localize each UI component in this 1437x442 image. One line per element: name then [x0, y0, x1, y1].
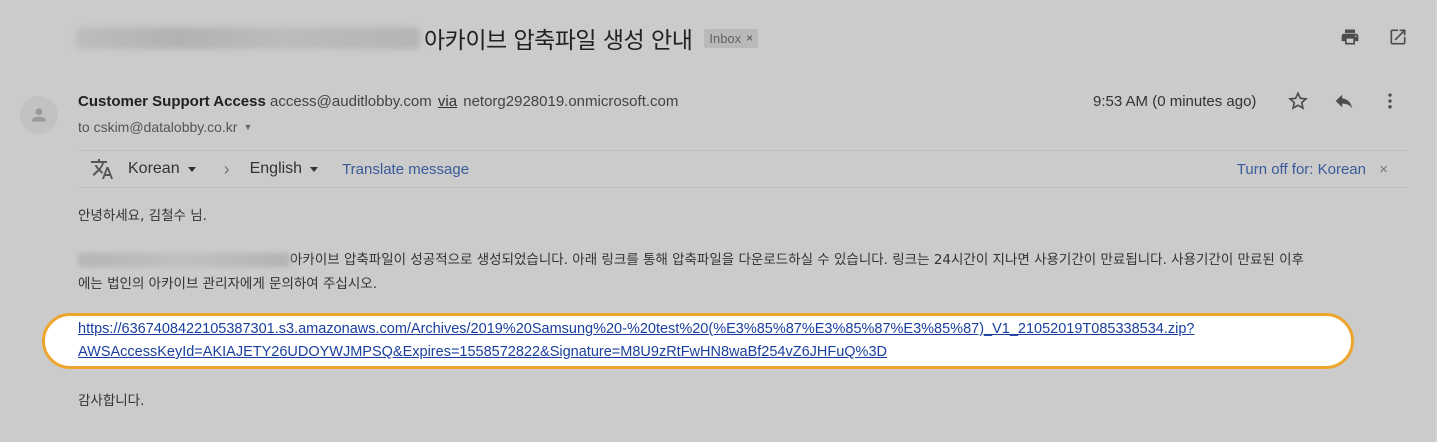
redacted-archive-name — [78, 253, 290, 267]
caret-down-icon — [187, 166, 196, 172]
paragraph-line-1: 아카이브 압축파일이 성공적으로 생성되었습니다. 아래 링크를 통해 압축파일… — [290, 252, 1304, 268]
via-link[interactable]: via — [438, 93, 457, 110]
sender-email: access@auditlobby.com — [270, 93, 432, 110]
message-actions — [1287, 90, 1401, 112]
redacted-subject-prefix — [76, 27, 420, 49]
turn-off-translation-link[interactable]: Turn off for: Korean — [1237, 161, 1366, 178]
person-icon — [32, 108, 46, 122]
target-language-label: English — [249, 160, 303, 177]
subject-title: 아카이브 압축파일 생성 안내 — [424, 28, 693, 54]
remove-label-icon[interactable]: × — [746, 31, 753, 45]
translate-bar: Korean › English Translate message Turn … — [78, 150, 1408, 188]
close-translate-bar-icon[interactable]: × — [1379, 161, 1388, 178]
inbox-label-text: Inbox — [709, 30, 742, 46]
translate-icon — [90, 157, 114, 181]
show-details-caret-icon[interactable]: ▼ — [243, 122, 252, 132]
chevron-right-icon: › — [223, 158, 230, 179]
more-vert-icon[interactable] — [1379, 90, 1401, 112]
source-language-label: Korean — [128, 160, 180, 177]
closing-text: 감사합니다. — [78, 393, 145, 409]
sender-avatar[interactable] — [20, 96, 58, 134]
sender-line: Customer Support Access access@auditlobb… — [78, 93, 678, 110]
download-link[interactable]: https://636740842210538730​1.s3.amazonaw… — [78, 318, 1338, 364]
thread-actions — [1339, 26, 1409, 48]
print-icon[interactable] — [1339, 26, 1361, 48]
caret-down-icon — [310, 166, 319, 172]
translate-message-link[interactable]: Translate message — [342, 161, 469, 178]
message-paragraph: 아카이브 압축파일이 성공적으로 생성되었습니다. 아래 링크를 통해 압축파일… — [78, 248, 1418, 296]
download-link-line-2[interactable]: AWSAccessKeyId=AKIAJETY26UDOYWJMPSQ&Expi… — [78, 344, 887, 360]
greeting-text: 안녕하세요, 김철수 님. — [78, 208, 207, 224]
target-language-select[interactable]: English — [249, 160, 319, 178]
recipient-text: to cskim@datalobby.co.kr — [78, 119, 238, 135]
download-link-line-1[interactable]: https://636740842210538730​1.s3.amazonaw… — [78, 321, 1194, 337]
sender-name[interactable]: Customer Support Access — [78, 93, 266, 110]
open-in-new-window-icon[interactable] — [1387, 26, 1409, 48]
email-view: 아카이브 압축파일 생성 안내 Inbox × Customer Support… — [0, 0, 1437, 442]
via-domain: netorg2928019.onmicrosoft.com — [463, 93, 679, 110]
paragraph-line-2: 에는 법인의 아카이브 관리자에게 문의하여 주십시오. — [78, 276, 377, 292]
message-timestamp: 9:53 AM (0 minutes ago) — [1093, 93, 1257, 110]
recipient-line[interactable]: to cskim@datalobby.co.kr ▼ — [78, 119, 252, 135]
star-icon[interactable] — [1287, 90, 1309, 112]
reply-icon[interactable] — [1333, 90, 1355, 112]
source-language-select[interactable]: Korean — [128, 160, 196, 178]
inbox-label-badge[interactable]: Inbox × — [704, 28, 759, 48]
subject-row: 아카이브 압축파일 생성 안내 Inbox × — [76, 22, 759, 54]
